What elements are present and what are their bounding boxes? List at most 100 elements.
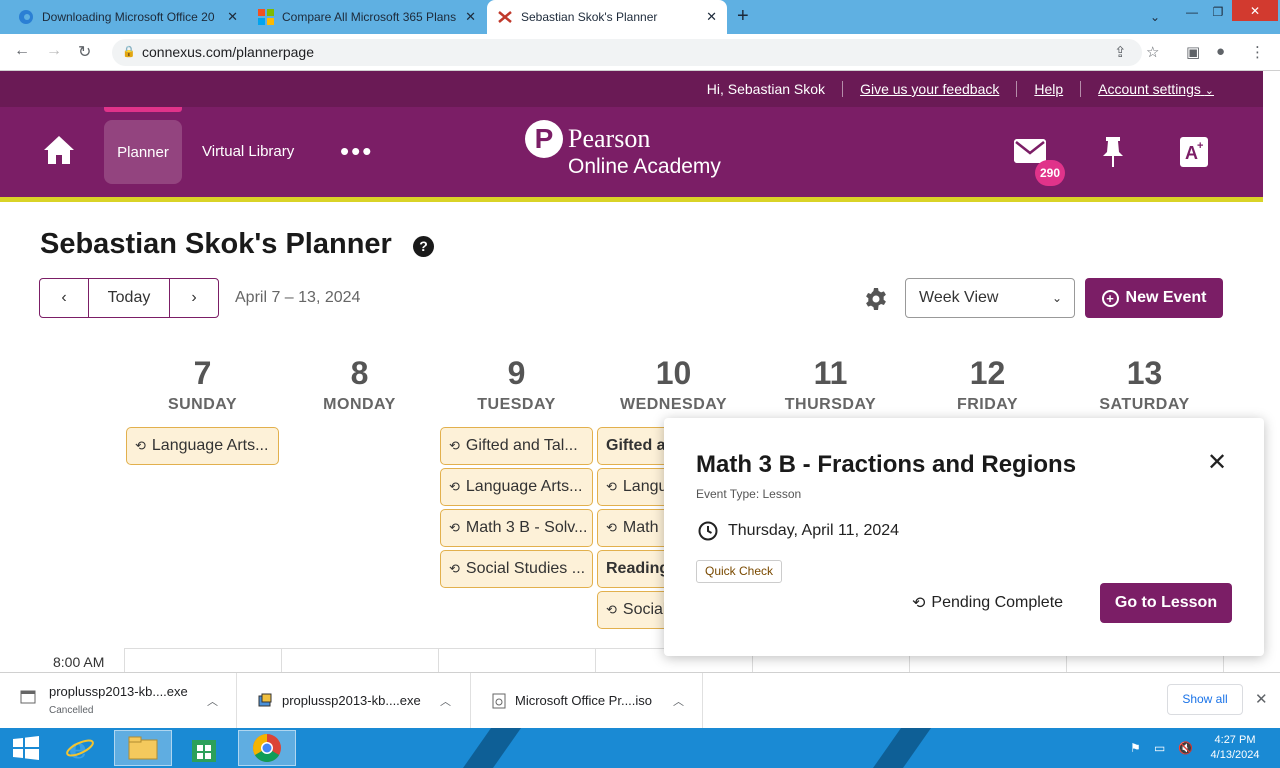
show-all-button[interactable]: Show all: [1167, 684, 1243, 715]
account-settings-link[interactable]: Account settings ⌄: [1080, 81, 1231, 97]
download-item[interactable]: proplussp2013-kb....exe ︿: [237, 673, 471, 729]
store-icon[interactable]: [178, 730, 230, 766]
profile-icon[interactable]: ●: [1216, 43, 1225, 60]
utility-bar: Hi, Sebastian Skok Give us your feedback…: [0, 71, 1263, 107]
chrome-taskbar-icon[interactable]: [238, 730, 296, 766]
pin-icon[interactable]: [1100, 136, 1126, 168]
event-item[interactable]: ⟲ Math 3 B - Solv...: [440, 509, 593, 547]
nav-planner[interactable]: Planner: [104, 120, 182, 184]
tab-close-icon[interactable]: ✕: [706, 9, 717, 25]
time-label: 8:00 AM: [53, 654, 105, 670]
volume-muted-icon[interactable]: 🔇: [1178, 741, 1193, 755]
back-icon[interactable]: ←: [14, 42, 30, 60]
browser-tab-active[interactable]: Sebastian Skok's Planner ✕: [487, 0, 727, 34]
url-text: connexus.com/plannerpage: [142, 44, 315, 60]
logo-subtext: Online Academy: [568, 155, 721, 178]
day-number: 9: [507, 355, 526, 391]
close-icon[interactable]: ✕: [1207, 448, 1227, 477]
event-item[interactable]: ⟲ Language Arts...: [126, 427, 279, 465]
history-icon: ⟲: [606, 479, 617, 494]
day-name: TUESDAY: [477, 396, 556, 413]
event-title: Gifted a: [606, 437, 666, 454]
forward-icon[interactable]: →: [46, 42, 62, 60]
download-item[interactable]: Microsoft Office Pr....iso ︿: [471, 673, 703, 729]
browser-tabstrip: Downloading Microsoft Office 20 ✕ Compar…: [0, 0, 1280, 34]
event-item[interactable]: ⟲ Gifted and Tal...: [440, 427, 593, 465]
downloads-bar: proplussp2013-kb....exe Cancelled ︿ prop…: [0, 672, 1280, 729]
browser-tab[interactable]: Compare All Microsoft 365 Plans ✕: [248, 0, 486, 34]
tab-title: Downloading Microsoft Office 20: [42, 10, 215, 24]
download-status: Cancelled: [49, 705, 94, 716]
chevron-up-icon[interactable]: ︿: [440, 693, 451, 709]
next-week-button[interactable]: ›: [170, 279, 218, 317]
more-menu-icon[interactable]: •••: [340, 136, 373, 167]
history-icon: ⟲: [606, 520, 617, 535]
tab-search-icon[interactable]: ⌄: [1143, 5, 1167, 29]
greeting: Hi, Sebastian Skok: [706, 81, 826, 97]
gear-icon[interactable]: [864, 287, 888, 311]
day-header: 8 MONDAY: [281, 355, 438, 414]
nav-virtual-library[interactable]: Virtual Library: [202, 143, 294, 160]
help-icon[interactable]: ?: [413, 236, 434, 257]
system-clock[interactable]: 4:27 PM 4/13/2024: [1205, 733, 1265, 763]
event-title: Social: [622, 601, 667, 618]
mail-icon[interactable]: [1014, 139, 1046, 163]
event-item[interactable]: ⟲ Social Studies ...: [440, 550, 593, 588]
today-button[interactable]: Today: [89, 279, 170, 317]
tab-close-icon[interactable]: ✕: [227, 9, 238, 25]
download-name: Microsoft Office Pr....iso: [515, 693, 653, 708]
internet-explorer-icon[interactable]: e: [54, 730, 106, 766]
home-icon[interactable]: [42, 134, 76, 166]
menu-icon[interactable]: ⋮: [1250, 43, 1265, 61]
day-number: 11: [813, 355, 848, 391]
minimize-icon[interactable]: —: [1180, 0, 1204, 24]
edge-favicon-icon: [19, 10, 33, 24]
event-type: Event Type: Lesson: [696, 487, 802, 501]
header-accent-bar: [0, 197, 1263, 202]
reload-icon[interactable]: ↻: [78, 42, 91, 62]
nav-planner-label: Planner: [117, 143, 169, 161]
history-icon: ⟲: [912, 595, 926, 612]
close-window-icon[interactable]: ✕: [1232, 0, 1278, 21]
grades-icon[interactable]: A +: [1180, 137, 1208, 167]
network-icon[interactable]: ▭: [1154, 741, 1165, 755]
prev-week-button[interactable]: ‹: [40, 279, 89, 317]
grid-cell[interactable]: [125, 649, 282, 673]
grid-cell[interactable]: [282, 649, 439, 673]
day-name: MONDAY: [323, 396, 396, 413]
clock-time: 4:27 PM: [1214, 734, 1256, 746]
popup-title: Math 3 B - Fractions and Regions: [696, 451, 1077, 478]
day-number: 13: [1126, 355, 1163, 391]
event-title: Gifted and Tal...: [465, 437, 578, 454]
go-to-lesson-button[interactable]: Go to Lesson: [1100, 583, 1232, 623]
help-link[interactable]: Help: [1016, 81, 1080, 97]
maximize-icon[interactable]: ❐: [1206, 0, 1230, 24]
grid-cell[interactable]: [439, 649, 596, 673]
download-item[interactable]: proplussp2013-kb....exe Cancelled ︿: [0, 673, 237, 729]
view-select[interactable]: Week View ⌄: [905, 278, 1075, 318]
url-input[interactable]: 🔒 connexus.com/plannerpage: [112, 39, 1142, 66]
chevron-up-icon[interactable]: ︿: [673, 693, 684, 709]
flag-icon[interactable]: ⚑: [1130, 741, 1141, 755]
chevron-up-icon[interactable]: ︿: [207, 693, 218, 709]
svg-text:+: +: [1197, 140, 1203, 152]
browser-tab[interactable]: Downloading Microsoft Office 20 ✕: [8, 0, 248, 34]
new-event-button[interactable]: + New Event: [1085, 278, 1223, 318]
side-panel-icon[interactable]: ▣: [1186, 43, 1200, 61]
day-header: 9 TUESDAY: [438, 355, 595, 414]
day-name: FRIDAY: [956, 396, 1019, 413]
feedback-link[interactable]: Give us your feedback: [842, 81, 1016, 97]
start-button[interactable]: [0, 730, 52, 766]
close-downloads-icon[interactable]: ✕: [1255, 690, 1268, 708]
new-tab-icon[interactable]: +: [737, 5, 749, 28]
event-item[interactable]: ⟲ Language Arts...: [440, 468, 593, 506]
exe-file-icon: [20, 690, 36, 704]
file-explorer-icon[interactable]: [114, 730, 172, 766]
event-title: Math: [622, 519, 659, 536]
tab-close-icon[interactable]: ✕: [465, 9, 476, 25]
tab-title: Compare All Microsoft 365 Plans: [282, 10, 457, 24]
status-label: ⟲ Pending Complete: [912, 593, 1063, 613]
day-number: 7: [193, 355, 212, 391]
share-icon[interactable]: ⇪: [1114, 43, 1127, 61]
bookmark-star-icon[interactable]: ☆: [1146, 43, 1159, 61]
